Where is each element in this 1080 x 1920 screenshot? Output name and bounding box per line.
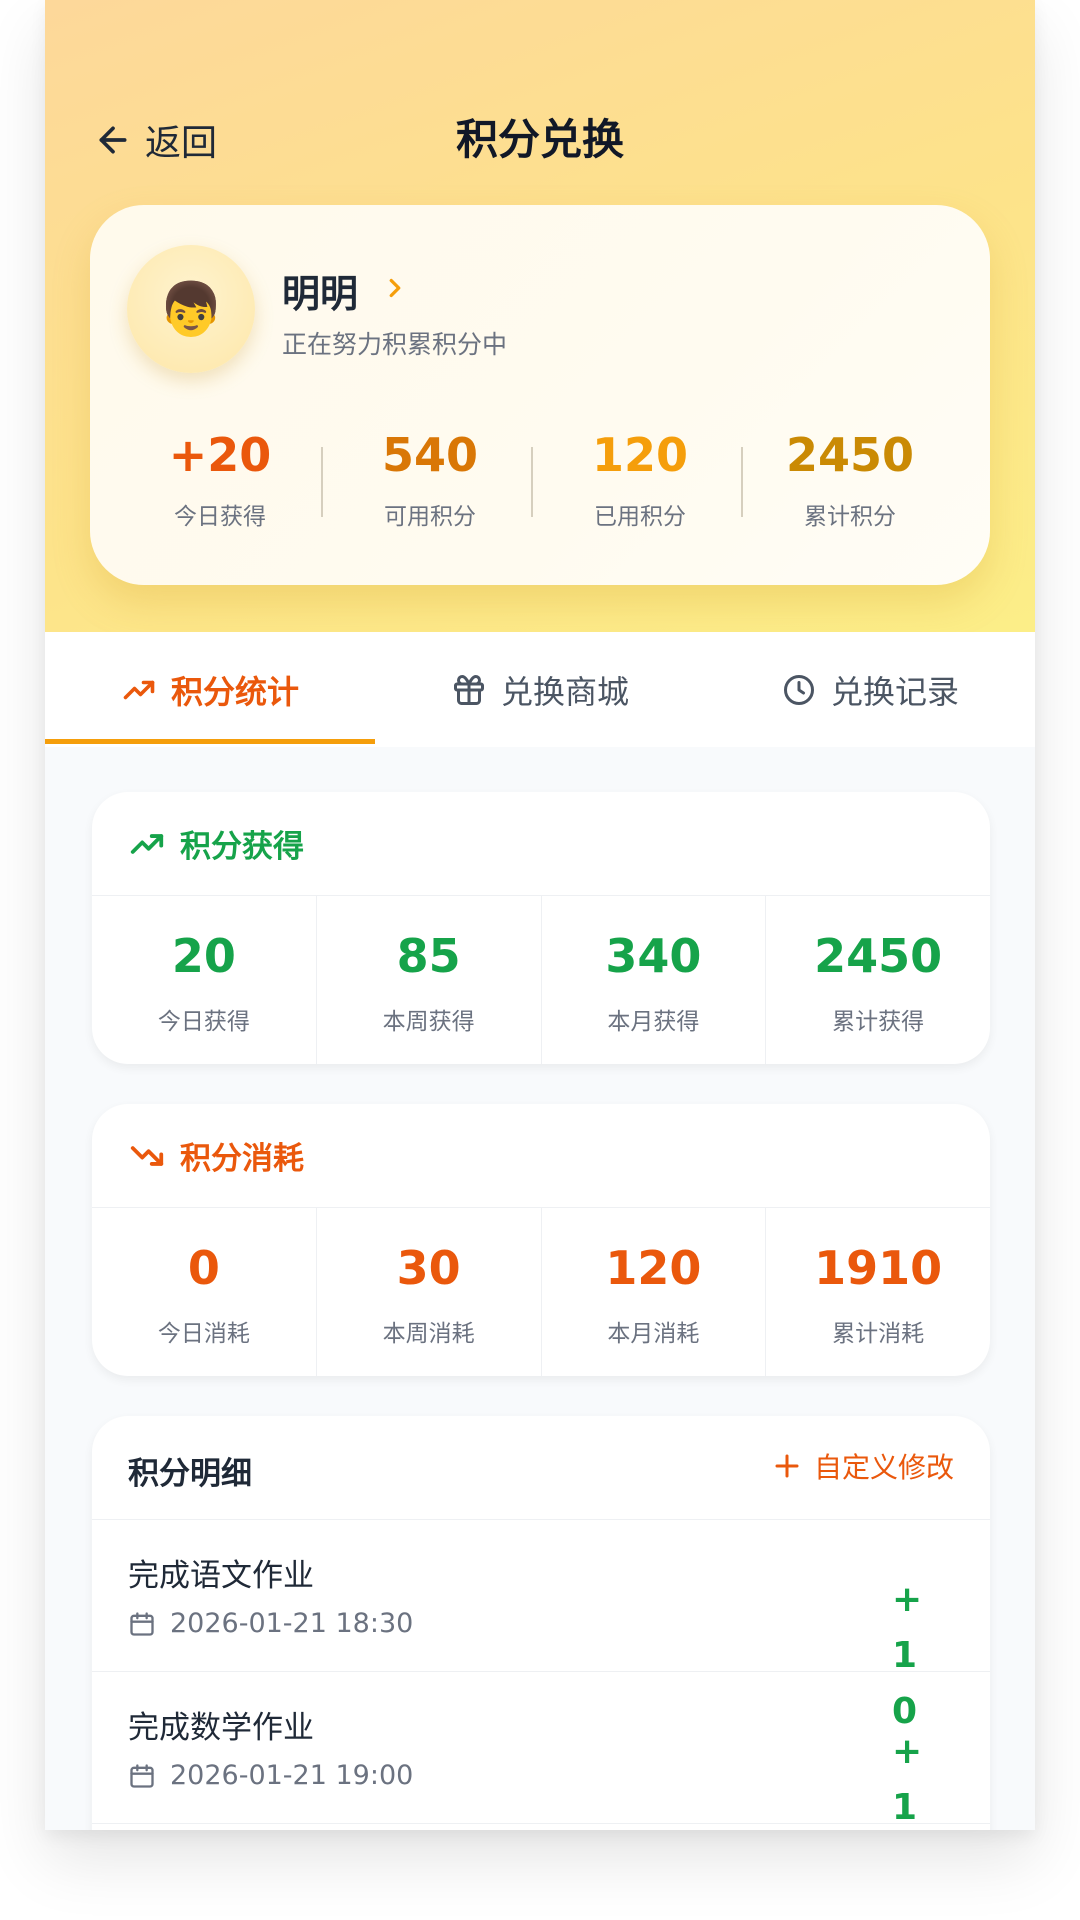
- stat-label: 今日获得: [174, 504, 266, 530]
- page-title: 积分兑换: [455, 115, 624, 164]
- earned-total: 2450 累计获得: [766, 896, 990, 1064]
- gift-icon: [453, 674, 484, 705]
- spent-value: 1910: [814, 1241, 943, 1295]
- stat-label: 可用积分: [384, 504, 476, 530]
- earned-card-title: 积分获得: [180, 829, 304, 865]
- tab-points-stats[interactable]: 积分统计: [45, 632, 375, 747]
- spent-card-title: 积分消耗: [180, 1141, 304, 1177]
- record-time-text: 2026-01-21 18:30: [170, 1608, 414, 1639]
- top-bar: 返回 积分兑换: [45, 90, 1035, 190]
- stat-available: 540 可用积分: [325, 425, 535, 531]
- tab-bar: 积分统计 兑换商城 兑换记录: [45, 632, 1035, 747]
- record-time: 2026-01-21 19:00: [128, 1760, 413, 1791]
- custom-edit-label: 自定义修改: [813, 1451, 954, 1484]
- stat-value: 540: [381, 428, 479, 482]
- spent-stats: 0 今日消耗 30 本周消耗 120 本月消耗 1910 累计消耗: [92, 1208, 990, 1376]
- list-item[interactable]: 完成数学作业 2026-01-21 19:00 +10: [92, 1672, 990, 1828]
- stat-divider: [531, 447, 533, 517]
- stat-label: 已用积分: [594, 504, 686, 530]
- spent-value: 120: [605, 1241, 702, 1295]
- tab-label: 兑换记录: [830, 672, 959, 711]
- custom-edit-button[interactable]: 自定义修改: [772, 1446, 954, 1486]
- spent-value: 30: [396, 1241, 461, 1295]
- points-details-title: 积分明细: [128, 1456, 252, 1492]
- stat-divider: [741, 447, 743, 517]
- earned-today: 20 今日获得: [92, 896, 317, 1064]
- spent-value: 0: [187, 1241, 220, 1295]
- calendar-icon: [130, 1763, 154, 1788]
- plus-icon: [775, 1454, 799, 1478]
- trending-down-icon: [130, 1145, 164, 1166]
- tab-label: 兑换商城: [500, 672, 629, 711]
- points-details-header: 积分明细 自定义修改: [92, 1416, 990, 1520]
- stat-total: 2450 累计积分: [745, 425, 955, 531]
- earned-label: 累计获得: [832, 1009, 925, 1035]
- spent-week: 30 本周消耗: [317, 1208, 542, 1376]
- stat-label: 累计积分: [804, 504, 896, 530]
- earned-label: 本月获得: [607, 1009, 700, 1035]
- record-title: 完成语文作业: [128, 1558, 314, 1594]
- trending-up-icon: [123, 680, 155, 699]
- earned-week: 85 本周获得: [317, 896, 542, 1064]
- earned-value: 20: [171, 929, 236, 983]
- stat-today-earned: +20 今日获得: [115, 425, 325, 531]
- tab-label: 积分统计: [170, 672, 299, 711]
- record-time: 2026-01-21 18:30: [128, 1608, 413, 1639]
- record-time-text: 2026-01-21 19:00: [170, 1760, 414, 1791]
- user-subtitle: 正在努力积累积分中: [282, 330, 508, 359]
- active-tab-indicator: [45, 739, 375, 744]
- earned-label: 本周获得: [382, 1009, 475, 1035]
- record-title: 完成数学作业: [128, 1710, 314, 1746]
- earned-card-header: 积分获得: [92, 792, 990, 896]
- spent-card: 积分消耗 0 今日消耗 30 本周消耗 120 本月消耗 1910 累计消耗: [92, 1104, 990, 1376]
- chevron-right-icon[interactable]: [380, 273, 410, 303]
- earned-label: 今日获得: [157, 1009, 250, 1035]
- spent-label: 今日消耗: [157, 1321, 250, 1347]
- stat-value: +20: [168, 428, 272, 482]
- calendar-icon: [130, 1611, 154, 1636]
- earned-value: 2450: [814, 929, 943, 983]
- stat-used: 120 已用积分: [535, 425, 745, 531]
- stat-value: 120: [591, 428, 689, 482]
- app-screen: 返回 积分兑换 👦 明明 正在努力积累积分中 +20 今日获得 540 可用积分…: [45, 0, 1035, 1830]
- spent-card-header: 积分消耗: [92, 1104, 990, 1208]
- earned-month: 340 本月获得: [542, 896, 767, 1064]
- list-item[interactable]: 完成语文作业 2026-01-21 18:30 +10: [92, 1520, 990, 1732]
- avatar[interactable]: 👦: [127, 245, 255, 373]
- earned-card: 积分获得 20 今日获得 85 本周获得 340 本月获得 2450 累计获得: [92, 792, 990, 1064]
- spent-label: 本周消耗: [382, 1321, 475, 1347]
- spent-label: 本月消耗: [607, 1321, 700, 1347]
- spent-today: 0 今日消耗: [92, 1208, 317, 1376]
- earned-value: 85: [396, 929, 461, 983]
- spent-month: 120 本月消耗: [542, 1208, 767, 1376]
- profile-card: 👦 明明 正在努力积累积分中 +20 今日获得 540 可用积分 120 已用积…: [90, 205, 990, 585]
- record-points: +10: [892, 1731, 923, 1828]
- spent-total: 1910 累计消耗: [766, 1208, 990, 1376]
- user-name[interactable]: 明明: [282, 263, 358, 318]
- earned-value: 340: [605, 929, 702, 983]
- stat-value: 2450: [785, 428, 915, 482]
- tab-redeem-store[interactable]: 兑换商城: [375, 632, 705, 747]
- earned-stats: 20 今日获得 85 本周获得 340 本月获得 2450 累计获得: [92, 896, 990, 1064]
- tab-redeem-history[interactable]: 兑换记录: [705, 632, 1035, 747]
- stat-divider: [321, 447, 323, 517]
- profile-stats: +20 今日获得 540 可用积分 120 已用积分 2450 累计积分: [90, 425, 990, 545]
- spent-label: 累计消耗: [832, 1321, 925, 1347]
- clock-icon: [783, 674, 814, 705]
- trending-up-icon: [130, 833, 164, 854]
- points-details-card: 积分明细 自定义修改 完成语文作业 2026-01-21 18:30 +10 完…: [92, 1416, 990, 1830]
